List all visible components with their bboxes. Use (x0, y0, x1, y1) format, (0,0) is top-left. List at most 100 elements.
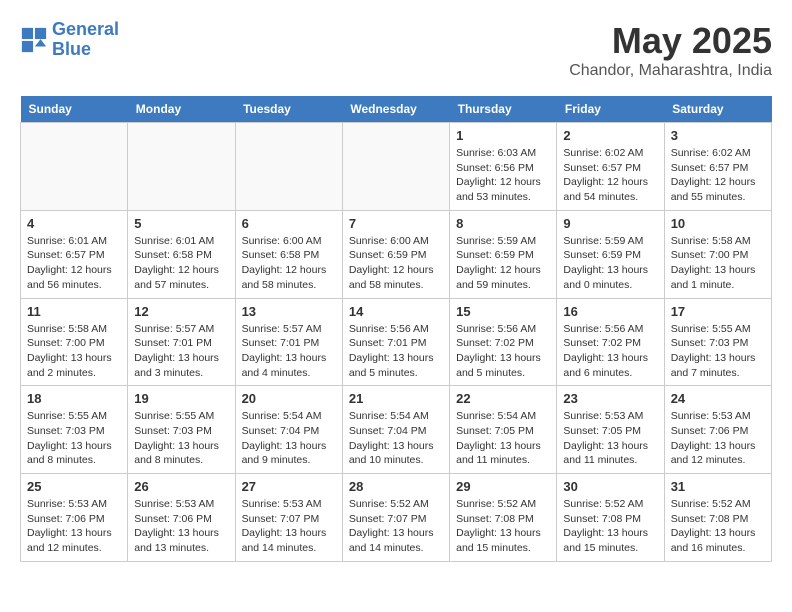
day-info: Sunrise: 6:02 AM Sunset: 6:57 PM Dayligh… (563, 146, 657, 205)
calendar-cell: 31Sunrise: 5:52 AM Sunset: 7:08 PM Dayli… (664, 474, 771, 562)
day-info: Sunrise: 5:56 AM Sunset: 7:01 PM Dayligh… (349, 322, 443, 381)
day-number: 12 (134, 304, 228, 319)
day-number: 30 (563, 479, 657, 494)
day-number: 20 (242, 391, 336, 406)
day-info: Sunrise: 6:01 AM Sunset: 6:58 PM Dayligh… (134, 234, 228, 293)
calendar-cell: 18Sunrise: 5:55 AM Sunset: 7:03 PM Dayli… (21, 386, 128, 474)
day-info: Sunrise: 5:55 AM Sunset: 7:03 PM Dayligh… (671, 322, 765, 381)
calendar-cell: 17 Sunrise: 5:55 AM Sunset: 7:03 PM Dayli… (664, 298, 771, 386)
calendar-table: SundayMondayTuesdayWednesdayThursdayFrid… (20, 96, 772, 562)
calendar-header: SundayMondayTuesdayWednesdayThursdayFrid… (21, 96, 772, 123)
calendar-cell: 28Sunrise: 5:52 AM Sunset: 7:07 PM Dayli… (342, 474, 449, 562)
calendar-cell: 4 Sunrise: 6:01 AM Sunset: 6:57 PM Daylig… (21, 210, 128, 298)
calendar-week-3: 11 Sunrise: 5:58 AM Sunset: 7:00 PM Dayli… (21, 298, 772, 386)
logo-text: General Blue (52, 20, 119, 60)
calendar-cell: 8 Sunrise: 5:59 AM Sunset: 6:59 PM Daylig… (450, 210, 557, 298)
calendar-cell: 25 Sunrise: 5:53 AM Sunset: 7:06 PM Dayli… (21, 474, 128, 562)
day-number: 17 (671, 304, 765, 319)
weekday-header-monday: Monday (128, 96, 235, 123)
calendar-cell: 14 Sunrise: 5:56 AM Sunset: 7:01 PM Dayli… (342, 298, 449, 386)
calendar-week-4: 18 Sunrise: 5:55 AM Sunset: 7:03 PM Dayli… (21, 386, 772, 474)
day-info: Sunrise: 6:00 AM Sunset: 6:58 PM Dayligh… (242, 234, 336, 293)
day-number: 24 (671, 391, 765, 406)
day-info: Sunrise: 5:53 AM Sunset: 7:06 PM Dayligh… (27, 497, 121, 556)
day-number: 8 (456, 216, 550, 231)
calendar-cell (235, 123, 342, 211)
day-info: Sunrise: 5:52 AM Sunset: 7:08 PM Dayligh… (456, 497, 550, 556)
day-info: Sunrise: 5:52 AM Sunset: 7:08 PM Dayligh… (563, 497, 657, 556)
calendar-cell: 21Sunrise: 5:54 AM Sunset: 7:04 PM Dayli… (342, 386, 449, 474)
day-info: Sunrise: 5:52 AM Sunset: 7:07 PM Dayligh… (349, 497, 443, 556)
calendar-cell: 2 Sunrise: 6:02 AM Sunset: 6:57 PM Daylig… (557, 123, 664, 211)
calendar-cell: 1 Sunrise: 6:03 AM Sunset: 6:56 PM Daylig… (450, 123, 557, 211)
logo: General Blue (20, 20, 119, 60)
day-info: Sunrise: 5:53 AM Sunset: 7:05 PM Dayligh… (563, 409, 657, 468)
day-info: Sunrise: 5:58 AM Sunset: 7:00 PM Dayligh… (671, 234, 765, 293)
title-block: May 2025 Chandor, Maharashtra, India (569, 20, 772, 80)
logo-icon (20, 26, 48, 54)
weekday-header-friday: Friday (557, 96, 664, 123)
day-number: 19 (134, 391, 228, 406)
day-number: 10 (671, 216, 765, 231)
calendar-cell: 19 Sunrise: 5:55 AM Sunset: 7:03 PM Dayli… (128, 386, 235, 474)
calendar-cell: 27Sunrise: 5:53 AM Sunset: 7:07 PM Dayli… (235, 474, 342, 562)
day-info: Sunrise: 6:01 AM Sunset: 6:57 PM Dayligh… (27, 234, 121, 293)
calendar-cell: 7 Sunrise: 6:00 AM Sunset: 6:59 PM Daylig… (342, 210, 449, 298)
day-info: Sunrise: 5:54 AM Sunset: 7:04 PM Dayligh… (242, 409, 336, 468)
day-number: 25 (27, 479, 121, 494)
calendar-week-1: 1 Sunrise: 6:03 AM Sunset: 6:56 PM Daylig… (21, 123, 772, 211)
calendar-cell: 10 Sunrise: 5:58 AM Sunset: 7:00 PM Dayli… (664, 210, 771, 298)
calendar-cell: 16Sunrise: 5:56 AM Sunset: 7:02 PM Dayli… (557, 298, 664, 386)
weekday-header-thursday: Thursday (450, 96, 557, 123)
weekday-header-sunday: Sunday (21, 96, 128, 123)
day-number: 26 (134, 479, 228, 494)
day-number: 18 (27, 391, 121, 406)
calendar-cell (342, 123, 449, 211)
day-number: 31 (671, 479, 765, 494)
day-number: 15 (456, 304, 550, 319)
day-number: 1 (456, 128, 550, 143)
logo-general: General (52, 19, 119, 39)
day-info: Sunrise: 5:54 AM Sunset: 7:05 PM Dayligh… (456, 409, 550, 468)
day-info: Sunrise: 5:55 AM Sunset: 7:03 PM Dayligh… (134, 409, 228, 468)
day-info: Sunrise: 5:59 AM Sunset: 6:59 PM Dayligh… (456, 234, 550, 293)
day-info: Sunrise: 6:02 AM Sunset: 6:57 PM Dayligh… (671, 146, 765, 205)
day-info: Sunrise: 5:57 AM Sunset: 7:01 PM Dayligh… (134, 322, 228, 381)
calendar-cell: 3Sunrise: 6:02 AM Sunset: 6:57 PM Daylig… (664, 123, 771, 211)
calendar-cell: 29 Sunrise: 5:52 AM Sunset: 7:08 PM Dayli… (450, 474, 557, 562)
day-number: 22 (456, 391, 550, 406)
month-title: May 2025 (569, 20, 772, 62)
calendar-cell: 24Sunrise: 5:53 AM Sunset: 7:06 PM Dayli… (664, 386, 771, 474)
day-number: 7 (349, 216, 443, 231)
day-number: 29 (456, 479, 550, 494)
day-info: Sunrise: 5:53 AM Sunset: 7:07 PM Dayligh… (242, 497, 336, 556)
day-number: 2 (563, 128, 657, 143)
day-number: 4 (27, 216, 121, 231)
calendar-cell: 13 Sunrise: 5:57 AM Sunset: 7:01 PM Dayli… (235, 298, 342, 386)
day-number: 9 (563, 216, 657, 231)
day-info: Sunrise: 6:03 AM Sunset: 6:56 PM Dayligh… (456, 146, 550, 205)
day-number: 5 (134, 216, 228, 231)
day-info: Sunrise: 5:57 AM Sunset: 7:01 PM Dayligh… (242, 322, 336, 381)
day-info: Sunrise: 6:00 AM Sunset: 6:59 PM Dayligh… (349, 234, 443, 293)
weekday-header-row: SundayMondayTuesdayWednesdayThursdayFrid… (21, 96, 772, 123)
calendar-cell: 11 Sunrise: 5:58 AM Sunset: 7:00 PM Dayli… (21, 298, 128, 386)
calendar-cell: 15 Sunrise: 5:56 AM Sunset: 7:02 PM Dayli… (450, 298, 557, 386)
weekday-header-tuesday: Tuesday (235, 96, 342, 123)
calendar-cell: 6Sunrise: 6:00 AM Sunset: 6:58 PM Daylig… (235, 210, 342, 298)
calendar-cell: 20 Sunrise: 5:54 AM Sunset: 7:04 PM Dayli… (235, 386, 342, 474)
day-info: Sunrise: 5:58 AM Sunset: 7:00 PM Dayligh… (27, 322, 121, 381)
day-number: 14 (349, 304, 443, 319)
day-number: 13 (242, 304, 336, 319)
day-info: Sunrise: 5:53 AM Sunset: 7:06 PM Dayligh… (134, 497, 228, 556)
calendar-cell: 26 Sunrise: 5:53 AM Sunset: 7:06 PM Dayli… (128, 474, 235, 562)
day-number: 11 (27, 304, 121, 319)
calendar-cell: 23 Sunrise: 5:53 AM Sunset: 7:05 PM Dayli… (557, 386, 664, 474)
calendar-cell: 5 Sunrise: 6:01 AM Sunset: 6:58 PM Daylig… (128, 210, 235, 298)
day-number: 23 (563, 391, 657, 406)
calendar-cell: 30 Sunrise: 5:52 AM Sunset: 7:08 PM Dayli… (557, 474, 664, 562)
day-info: Sunrise: 5:54 AM Sunset: 7:04 PM Dayligh… (349, 409, 443, 468)
calendar-cell: 22 Sunrise: 5:54 AM Sunset: 7:05 PM Dayli… (450, 386, 557, 474)
day-info: Sunrise: 5:56 AM Sunset: 7:02 PM Dayligh… (456, 322, 550, 381)
calendar-week-5: 25 Sunrise: 5:53 AM Sunset: 7:06 PM Dayli… (21, 474, 772, 562)
